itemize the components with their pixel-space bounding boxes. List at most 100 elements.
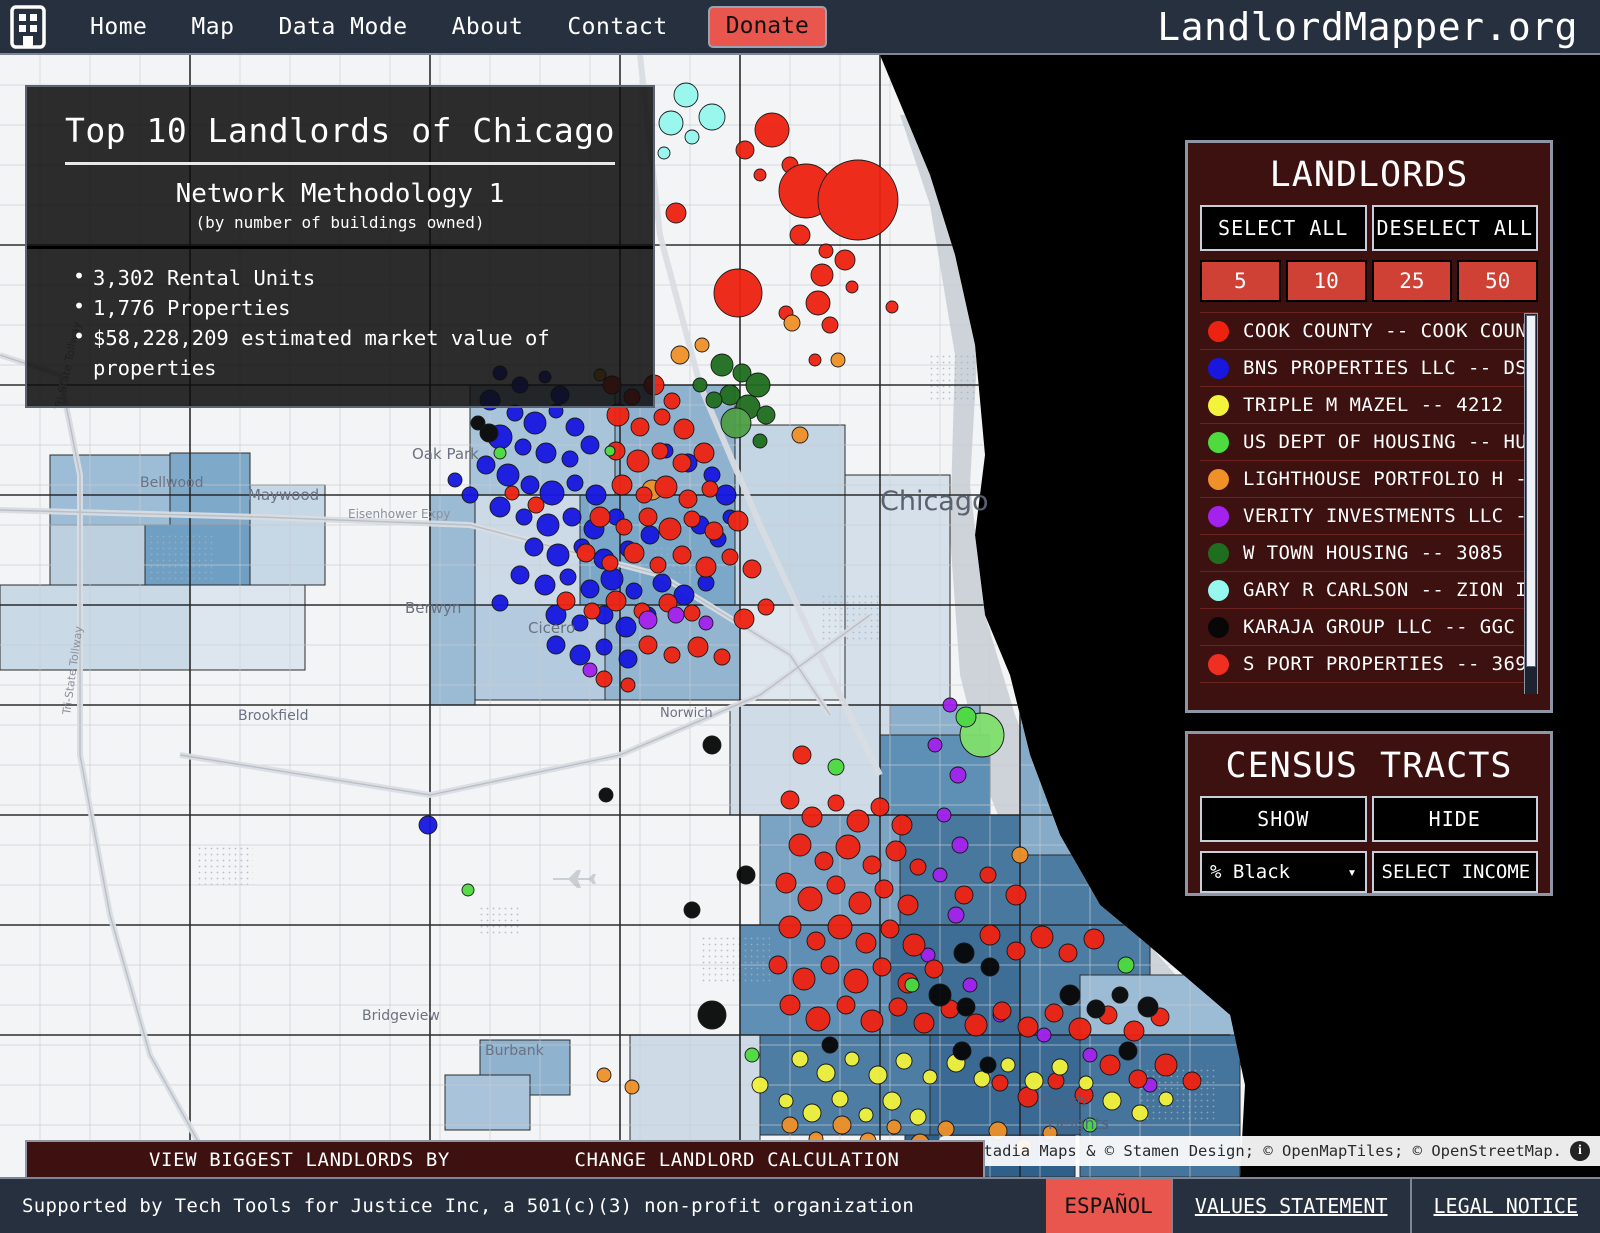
census-select-row: % Black ▾ SELECT INCOME ▾	[1188, 842, 1550, 893]
landlord-label: BNS PROPERTIES LLC -- DSK LL	[1243, 357, 1538, 379]
landlord-label: KARAJA GROUP LLC -- GGC VENT	[1243, 616, 1538, 638]
income-select[interactable]: SELECT INCOME ▾	[1371, 851, 1538, 893]
calculation-heading: CHANGE LANDLORD CALCULATION	[574, 1149, 900, 1171]
info-card-stats: 3,302 Rental Units 1,776 Properties $58,…	[27, 262, 653, 384]
svg-text:Cicero: Cicero	[528, 619, 575, 637]
list-item[interactable]: S PORT PROPERTIES -- 3699	[1200, 646, 1538, 683]
list-item[interactable]: KARAJA GROUP LLC -- GGC VENT	[1200, 609, 1538, 646]
calculation-group: CHANGE LANDLORD CALCULATION Network Anal…	[527, 1142, 947, 1177]
map-attribution: © Stadia Maps & © Stamen Design; © OpenM…	[939, 1136, 1600, 1166]
color-swatch-icon	[1208, 616, 1229, 638]
landlords-selection-buttons: SELECT ALL DESELECT ALL	[1188, 205, 1550, 251]
espanol-button[interactable]: ESPAÑOL	[1046, 1179, 1171, 1233]
stat-market-value: $58,228,209 estimated market value of pr…	[73, 322, 653, 383]
list-item[interactable]: LIGHTHOUSE PORTFOLIO H -- BT	[1200, 461, 1538, 498]
landlords-panel-title: LANDLORDS	[1269, 155, 1469, 195]
svg-text:Brookfield: Brookfield	[238, 708, 309, 724]
nav-link-map[interactable]: Map	[169, 10, 256, 44]
svg-text:Oak Park: Oak Park	[412, 445, 479, 463]
landlord-label: GARY R CARLSON -- ZION INVES	[1243, 579, 1538, 601]
nav-link-about[interactable]: About	[430, 10, 546, 44]
stat-properties: 1,776 Properties	[73, 292, 653, 323]
color-swatch-icon	[1208, 579, 1229, 601]
building-logo-icon[interactable]	[10, 4, 46, 49]
svg-text:Norwich: Norwich	[660, 706, 713, 721]
info-card-divider	[27, 246, 653, 249]
list-item[interactable]: W TOWN HOUSING -- 3085	[1200, 535, 1538, 572]
map-label-chicago: Chicago	[880, 486, 989, 517]
demographic-select-value: % Black	[1210, 861, 1291, 883]
info-card-title: Top 10 Landlords of Chicago	[65, 101, 615, 165]
legal-notice-link[interactable]: LEGAL NOTICE	[1409, 1179, 1600, 1233]
landlord-label: LIGHTHOUSE PORTFOLIO H -- BT	[1243, 468, 1538, 490]
svg-text:Bridgeview: Bridgeview	[362, 1008, 440, 1024]
landlords-count-buttons: 5 10 25 50	[1188, 251, 1550, 302]
landlord-label: VERITY INVESTMENTS LLC -- 11	[1243, 505, 1538, 527]
income-select-value: SELECT INCOME	[1381, 861, 1531, 883]
list-item[interactable]: COOK COUNTY -- COOK COUNTY L	[1200, 313, 1538, 350]
list-item[interactable]: BNS PROPERTIES LLC -- DSK LL	[1200, 350, 1538, 387]
map-region[interactable]: Chicago Oak Park Berwyn Cicero Maywood B…	[0, 55, 1600, 1177]
info-card: Top 10 Landlords of Chicago Network Meth…	[25, 85, 655, 408]
deselect-all-button[interactable]: DESELECT ALL	[1371, 205, 1538, 251]
list-item[interactable]: GARY R CARLSON -- ZION INVES	[1200, 572, 1538, 609]
view-by-heading: VIEW BIGGEST LANDLORDS BY	[149, 1149, 450, 1171]
census-panel-title: CENSUS TRACTS	[1225, 746, 1513, 786]
color-swatch-icon	[1208, 653, 1229, 675]
landlord-label: S PORT PROPERTIES -- 3699	[1243, 653, 1538, 675]
color-swatch-icon	[1208, 320, 1229, 342]
site-title: LandlordMapper.org	[1157, 4, 1578, 49]
footer-links: ESPAÑOL VALUES STATEMENT LEGAL NOTICE	[1046, 1179, 1600, 1233]
color-swatch-icon	[1208, 431, 1229, 453]
svg-text:South: South	[1040, 1092, 1087, 1111]
demographic-select[interactable]: % Black ▾	[1200, 851, 1367, 893]
count-button-50[interactable]: 50	[1457, 260, 1538, 302]
landlord-list-scrollbar[interactable]	[1524, 313, 1538, 694]
info-icon[interactable]: i	[1570, 1141, 1590, 1161]
bottom-controls-bar: VIEW BIGGEST LANDLORDS BY Units Building…	[25, 1140, 985, 1177]
app-root: Home Map Data Mode About Contact Donate …	[0, 0, 1600, 1233]
nav-link-contact[interactable]: Contact	[545, 10, 689, 44]
svg-text:Berwyn: Berwyn	[405, 599, 461, 617]
count-button-10[interactable]: 10	[1285, 260, 1367, 302]
nav-links: Home Map Data Mode About Contact Donate	[68, 5, 827, 48]
census-hide-button[interactable]: HIDE	[1371, 796, 1538, 842]
info-card-subtitle: Network Methodology 1	[175, 179, 505, 209]
info-card-note: (by number of buildings owned)	[195, 213, 485, 232]
svg-text:Heights: Heights	[1048, 1114, 1109, 1133]
nav-link-home[interactable]: Home	[68, 10, 169, 44]
landlord-label: COOK COUNTY -- COOK COUNTY L	[1243, 320, 1538, 342]
color-swatch-icon	[1208, 505, 1229, 527]
color-swatch-icon	[1208, 394, 1229, 416]
values-statement-link[interactable]: VALUES STATEMENT	[1170, 1179, 1410, 1233]
donate-button[interactable]: Donate	[707, 5, 827, 48]
landlords-panel: LANDLORDS SELECT ALL DESELECT ALL 5 10 2…	[1185, 140, 1553, 713]
landlord-label: W TOWN HOUSING -- 3085	[1243, 542, 1504, 564]
top-navigation-bar: Home Map Data Mode About Contact Donate …	[0, 0, 1600, 55]
map-attribution-text: © Stadia Maps & © Stamen Design; © OpenM…	[955, 1142, 1562, 1160]
svg-text:Burbank: Burbank	[485, 1043, 545, 1059]
chevron-down-icon: ▾	[1347, 863, 1357, 881]
count-button-25[interactable]: 25	[1371, 260, 1453, 302]
census-visibility-buttons: SHOW HIDE	[1188, 796, 1550, 842]
count-button-5[interactable]: 5	[1200, 260, 1281, 302]
landlord-list[interactable]: COOK COUNTY -- COOK COUNTY L BNS PROPERT…	[1200, 312, 1538, 694]
landlord-label: US DEPT OF HOUSING -- HUD --	[1243, 431, 1538, 453]
census-show-button[interactable]: SHOW	[1200, 796, 1367, 842]
svg-text:Eisenhower Expy: Eisenhower Expy	[348, 507, 450, 521]
scrollbar-thumb[interactable]	[1526, 315, 1536, 667]
list-item[interactable]: TRIPLE M MAZEL -- 4212	[1200, 387, 1538, 424]
select-all-button[interactable]: SELECT ALL	[1200, 205, 1367, 251]
stat-rental-units: 3,302 Rental Units	[73, 262, 653, 293]
color-swatch-icon	[1208, 468, 1229, 490]
nav-link-data-mode[interactable]: Data Mode	[256, 10, 429, 44]
footer-bar: Supported by Tech Tools for Justice Inc,…	[0, 1177, 1600, 1233]
view-by-group: VIEW BIGGEST LANDLORDS BY Units Building…	[27, 1142, 527, 1177]
color-swatch-icon	[1208, 542, 1229, 564]
svg-text:Maywood: Maywood	[248, 486, 319, 504]
landlord-label: TRIPLE M MAZEL -- 4212	[1243, 394, 1504, 416]
list-item[interactable]: VERITY INVESTMENTS LLC -- 11	[1200, 498, 1538, 535]
list-item[interactable]: US DEPT OF HOUSING -- HUD --	[1200, 424, 1538, 461]
svg-text:Bellwood: Bellwood	[140, 475, 203, 491]
footer-text: Supported by Tech Tools for Justice Inc,…	[22, 1195, 915, 1217]
